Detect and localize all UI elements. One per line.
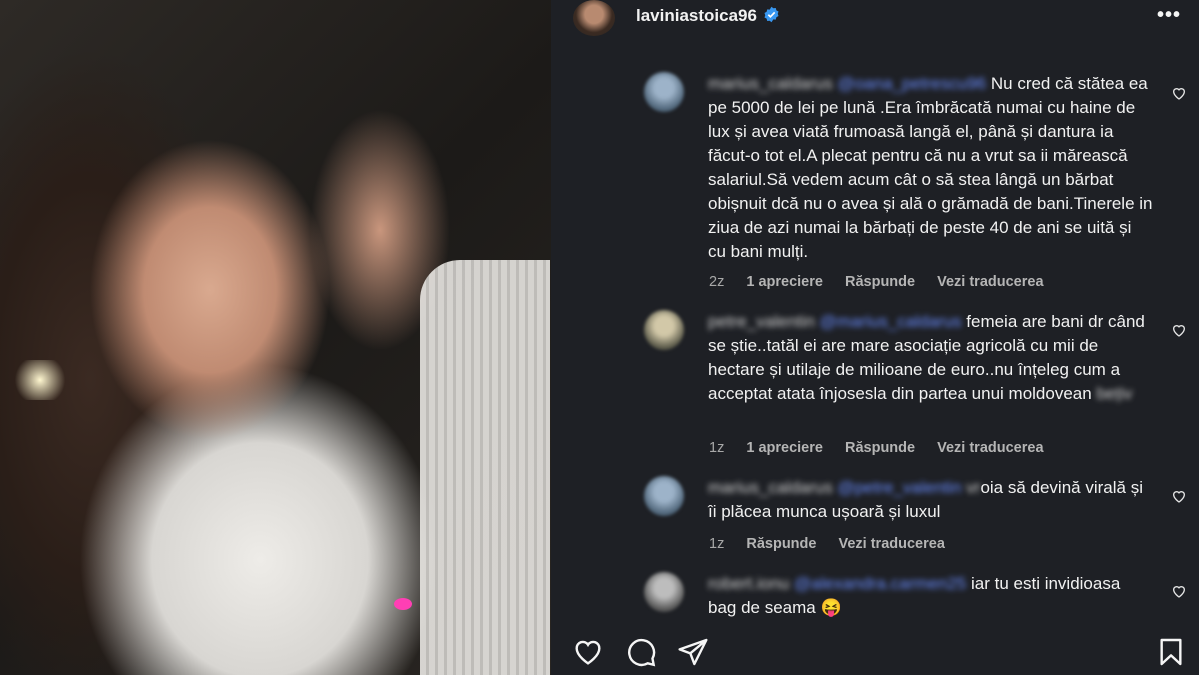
heart-icon[interactable] <box>572 636 604 668</box>
reply-button[interactable]: Răspunde <box>746 536 816 552</box>
comment-time: 2z <box>709 274 725 290</box>
comment-mention[interactable]: @petre_valentin <box>837 478 961 497</box>
comment-mention[interactable]: @oana_petrescu96 <box>837 74 986 93</box>
translate-button[interactable]: Vezi traducerea <box>937 274 1043 290</box>
commenter-avatar[interactable] <box>644 476 684 516</box>
comment-body: Nu cred că stătea ea pe 5000 de lei pe l… <box>708 74 1153 261</box>
comment-icon[interactable] <box>625 636 657 668</box>
author-username[interactable]: laviniastoica96 <box>636 6 757 26</box>
commenter-avatar[interactable] <box>644 310 684 350</box>
comments-panel: laviniastoica96 ••• marius_caldarus @oan… <box>551 0 1199 675</box>
comment-likes[interactable]: 1 apreciere <box>746 440 823 456</box>
post-action-bar <box>551 628 1199 675</box>
comment-mention[interactable]: @alexandra.carmen25 <box>794 574 966 593</box>
commenter-username[interactable]: petre_valentin <box>708 312 815 331</box>
post-header: laviniastoica96 ••• <box>551 0 1199 36</box>
comment-text: marius_caldarus @oana_petrescu96 Nu cred… <box>708 72 1153 264</box>
verified-badge-icon <box>764 6 779 23</box>
post-photo[interactable] <box>0 0 551 675</box>
comment-body-blurred: bețiv <box>1096 384 1133 403</box>
comment-meta: 1z Răspunde Vezi traducerea <box>709 536 963 552</box>
comment-heart-icon[interactable] <box>1171 583 1187 599</box>
translate-button[interactable]: Vezi traducerea <box>838 536 944 552</box>
white-sleeve <box>420 260 550 675</box>
comment-body-blurred: vr <box>966 478 981 497</box>
comment-emoji: 😝 <box>820 598 842 617</box>
pink-sticker <box>394 598 412 610</box>
reply-button[interactable]: Răspunde <box>845 440 915 456</box>
commenter-username[interactable]: marius_caldarus <box>708 478 833 497</box>
comment-meta: 2z 1 apreciere Răspunde Vezi traducerea <box>709 274 1062 290</box>
comment-heart-icon[interactable] <box>1171 488 1187 504</box>
lamp-light <box>10 360 70 400</box>
bookmark-icon[interactable] <box>1155 636 1187 668</box>
share-icon[interactable] <box>677 636 709 668</box>
more-options-icon[interactable]: ••• <box>1157 4 1181 27</box>
comment-meta: 1z 1 apreciere Răspunde Vezi traducerea <box>709 440 1062 456</box>
comment-text: marius_caldarus @petre_valentin vroia să… <box>708 476 1153 524</box>
commenter-avatar[interactable] <box>644 72 684 112</box>
comment-likes[interactable]: 1 apreciere <box>746 274 823 290</box>
commenter-username[interactable]: robert.ionu <box>708 574 789 593</box>
comment-time: 1z <box>709 440 725 456</box>
comment-text: robert.ionu @alexandra.carmen25 iar tu e… <box>708 572 1153 620</box>
commenter-avatar[interactable] <box>644 572 684 612</box>
comment-mention[interactable]: @marius_caldarus <box>820 312 962 331</box>
comment-text: petre_valentin @marius_caldarus femeia a… <box>708 310 1153 406</box>
reply-button[interactable]: Răspunde <box>845 274 915 290</box>
comment-heart-icon[interactable] <box>1171 85 1187 101</box>
comment-time: 1z <box>709 536 725 552</box>
commenter-username[interactable]: marius_caldarus <box>708 74 833 93</box>
comment-heart-icon[interactable] <box>1171 322 1187 338</box>
translate-button[interactable]: Vezi traducerea <box>937 440 1043 456</box>
author-avatar[interactable] <box>573 0 615 36</box>
